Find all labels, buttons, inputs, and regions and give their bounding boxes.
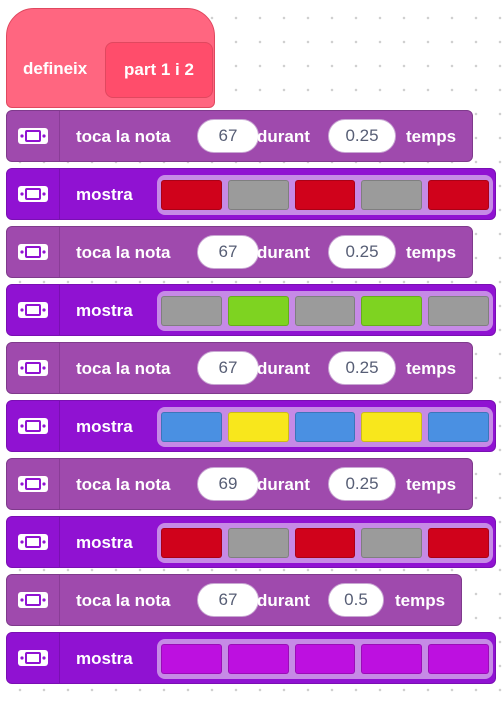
note-input[interactable]: 69 [197, 467, 259, 501]
led-strip [157, 291, 493, 331]
led-2[interactable] [227, 180, 289, 210]
led-4[interactable] [361, 180, 423, 210]
led-1[interactable] [161, 528, 222, 558]
beats-unit-label: temps [406, 243, 457, 262]
led-5[interactable] [428, 296, 489, 326]
beats-input[interactable]: 0.5 [328, 583, 384, 617]
microbit-icon [7, 111, 60, 161]
note-input[interactable]: 67 [197, 351, 259, 385]
show-leds-block[interactable]: mostra [6, 516, 496, 568]
led-3[interactable] [294, 412, 356, 442]
led-strip [157, 175, 493, 215]
microbit-icon [7, 169, 60, 219]
play-note-label: toca la nota [76, 359, 171, 378]
show-label: mostra [76, 301, 133, 320]
play-note-block[interactable]: toca la nota 67 durant 0.25 temps [6, 110, 473, 162]
show-leds-block[interactable]: mostra [6, 168, 496, 220]
show-label: mostra [76, 533, 133, 552]
play-note-label: toca la nota [76, 475, 171, 494]
led-2[interactable] [227, 644, 289, 674]
show-leds-block[interactable]: mostra [6, 632, 496, 684]
beats-unit-label: temps [406, 359, 457, 378]
led-strip [157, 407, 493, 447]
note-input[interactable]: 67 [197, 119, 259, 153]
show-label: mostra [76, 649, 133, 668]
play-note-label: toca la nota [76, 127, 171, 146]
beats-unit-label: temps [406, 127, 457, 146]
led-5[interactable] [428, 644, 489, 674]
play-note-block[interactable]: toca la nota 67 durant 0.25 temps [6, 226, 473, 278]
led-5[interactable] [428, 180, 489, 210]
led-3[interactable] [294, 296, 356, 326]
show-leds-block[interactable]: mostra [6, 284, 496, 336]
beats-unit-label: temps [406, 475, 457, 494]
led-1[interactable] [161, 296, 222, 326]
note-input[interactable]: 67 [197, 235, 259, 269]
beats-input[interactable]: 0.25 [328, 235, 396, 269]
beats-input[interactable]: 0.25 [328, 119, 396, 153]
during-label: durant [257, 127, 310, 146]
show-leds-block[interactable]: mostra [6, 400, 496, 452]
play-note-label: toca la nota [76, 243, 171, 262]
led-4[interactable] [361, 528, 423, 558]
led-3[interactable] [294, 180, 356, 210]
note-input[interactable]: 67 [197, 583, 259, 617]
play-note-block[interactable]: toca la nota 67 durant 0.25 temps [6, 342, 473, 394]
beats-unit-label: temps [395, 591, 446, 610]
led-1[interactable] [161, 180, 222, 210]
during-label: durant [257, 591, 310, 610]
play-note-block[interactable]: toca la nota 69 durant 0.25 temps [6, 458, 473, 510]
during-label: durant [257, 243, 310, 262]
led-5[interactable] [428, 412, 489, 442]
microbit-icon [7, 633, 60, 683]
microbit-icon [7, 575, 60, 625]
microbit-icon [7, 517, 60, 567]
led-1[interactable] [161, 412, 222, 442]
led-2[interactable] [227, 412, 289, 442]
during-label: durant [257, 359, 310, 378]
define-label: defineix [23, 59, 88, 78]
define-name[interactable]: part 1 i 2 [105, 42, 213, 98]
led-5[interactable] [428, 528, 489, 558]
microbit-icon [7, 285, 60, 335]
led-strip [157, 639, 493, 679]
define-block[interactable]: defineix part 1 i 2 [6, 8, 215, 108]
microbit-icon [7, 459, 60, 509]
led-2[interactable] [227, 296, 289, 326]
show-label: mostra [76, 417, 133, 436]
microbit-icon [7, 401, 60, 451]
led-2[interactable] [227, 528, 289, 558]
beats-input[interactable]: 0.25 [328, 351, 396, 385]
microbit-icon [7, 343, 60, 393]
led-4[interactable] [361, 644, 423, 674]
led-strip [157, 523, 493, 563]
during-label: durant [257, 475, 310, 494]
led-3[interactable] [294, 528, 356, 558]
led-1[interactable] [161, 644, 222, 674]
show-label: mostra [76, 185, 133, 204]
microbit-icon [7, 227, 60, 277]
play-note-label: toca la nota [76, 591, 171, 610]
play-note-block[interactable]: toca la nota 67 durant 0.5 temps [6, 574, 462, 626]
led-4[interactable] [361, 296, 423, 326]
led-4[interactable] [361, 412, 423, 442]
led-3[interactable] [294, 644, 356, 674]
beats-input[interactable]: 0.25 [328, 467, 396, 501]
